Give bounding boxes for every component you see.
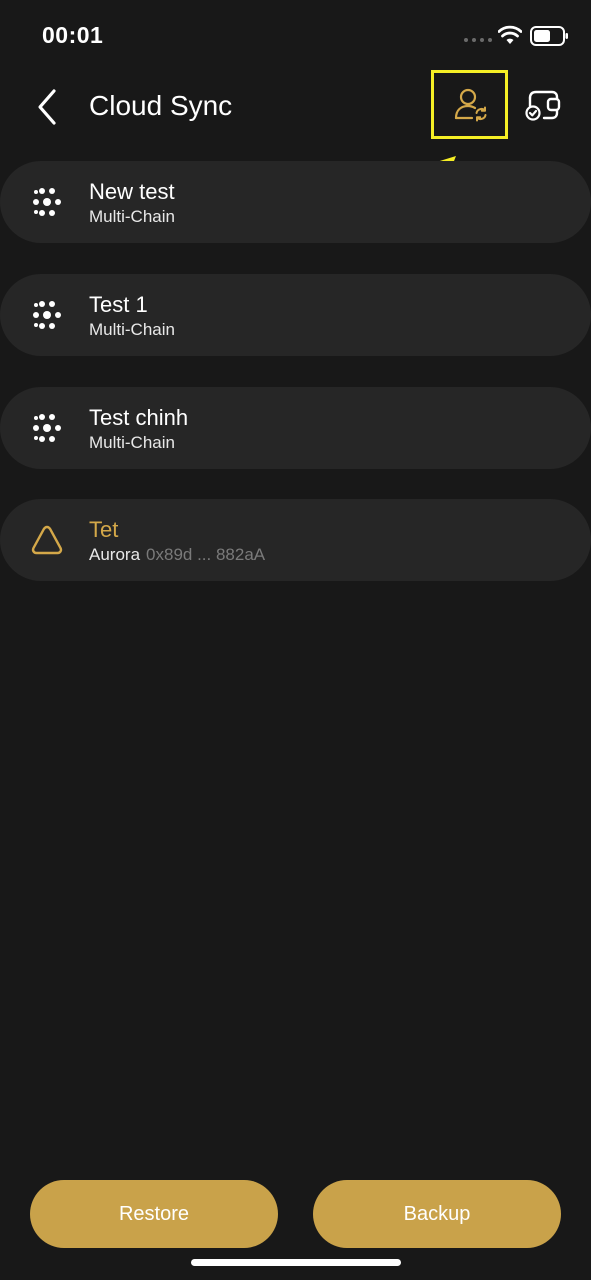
wallet-item-new-test[interactable]: New test Multi-Chain (0, 161, 591, 243)
wallet-chain: Aurora 0x89d ... 882aA (89, 545, 265, 565)
wallet-network: Aurora (89, 545, 141, 564)
wallet-item-tet[interactable]: Tet Aurora 0x89d ... 882aA (0, 499, 591, 581)
wallet-chain: Multi-Chain (89, 433, 175, 452)
user-sync-icon (454, 88, 487, 122)
wallet-item-test-chinh[interactable]: Test chinh Multi-Chain (0, 387, 591, 469)
wallet-chain: Multi-Chain (89, 207, 175, 226)
wallet-chain: Multi-Chain (89, 320, 175, 339)
wallet-name: Tet (89, 517, 119, 542)
restore-button[interactable]: Restore (30, 1180, 278, 1248)
aurora-triangle-icon (31, 525, 63, 555)
wallet-name: New test (89, 179, 175, 204)
battery-icon (530, 26, 568, 46)
back-button[interactable] (30, 85, 66, 129)
home-indicator (191, 1259, 401, 1266)
multichain-dots-icon (33, 301, 61, 329)
multichain-dots-icon (33, 414, 61, 442)
signal-icon (464, 38, 492, 42)
wallet-check-icon (525, 90, 561, 121)
wallet-name: Test chinh (89, 405, 189, 430)
user-sync-button[interactable] (448, 82, 494, 128)
wallet-name: Test 1 (89, 292, 148, 317)
cloud-sync-screen: 00:01 Cloud Sync New test Multi-Chain Te… (0, 0, 591, 1280)
multichain-dots-icon (33, 188, 61, 216)
chevron-left-icon (38, 89, 56, 125)
backup-button[interactable]: Backup (313, 1180, 561, 1248)
wallet-address: 0x89d ... 882aA (146, 545, 266, 564)
wallet-item-test-1[interactable]: Test 1 Multi-Chain (0, 274, 591, 356)
wifi-icon (498, 25, 522, 44)
wallet-check-button[interactable] (520, 82, 566, 128)
status-time: 00:01 (42, 22, 104, 48)
page-title: Cloud Sync (89, 90, 233, 121)
